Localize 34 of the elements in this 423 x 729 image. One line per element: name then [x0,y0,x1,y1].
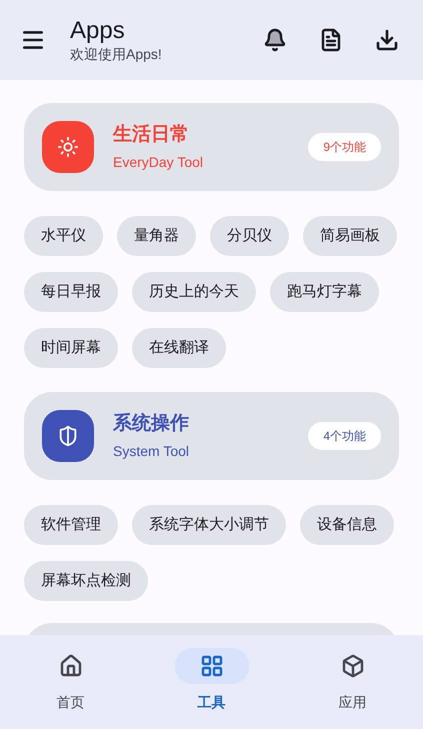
download-icon[interactable] [375,28,399,52]
nav-tab[interactable]: 工具 [141,635,282,729]
sun-icon [57,136,79,158]
tool-chip[interactable]: 在线翻译 [132,328,226,368]
document-icon[interactable] [319,28,343,52]
category-subtitle: EveryDay Tool [113,153,204,172]
tool-chip[interactable]: 设备信息 [300,505,394,545]
grid-icon [200,654,224,678]
category-subtitle: System Tool [113,442,190,461]
app-title: Apps [70,17,126,45]
feature-count: 4个功能 [308,422,381,450]
shield-icon [57,425,79,447]
category-title: 生活日常 [113,123,190,147]
nav-tab[interactable]: 首页 [0,635,141,729]
nav-tab[interactable]: 应用 [282,635,423,729]
tool-chip[interactable]: 分贝仪 [210,216,289,256]
feature-count: 9个功能 [308,133,381,161]
category-card[interactable]: 生活日常 EveryDay Tool 9个功能 [24,103,399,191]
tool-chip[interactable]: 软件管理 [24,505,118,545]
tool-chip[interactable]: 量角器 [117,216,196,256]
app-subtitle: 欢迎使用Apps! [70,45,163,63]
bell-icon[interactable] [263,28,287,52]
tool-chip[interactable]: 屏幕坏点检测 [24,561,148,601]
tool-chip[interactable]: 系统字体大小调节 [132,505,286,545]
tool-chip[interactable]: 每日早报 [24,272,118,312]
tool-chip[interactable]: 跑马灯字幕 [270,272,379,312]
tool-chip[interactable]: 水平仪 [24,216,103,256]
tool-chip[interactable]: 时间屏幕 [24,328,118,368]
category-title: 系统操作 [113,412,190,436]
tool-chip[interactable]: 简易画板 [303,216,397,256]
cube-icon [340,654,364,678]
home-icon [58,654,82,678]
category-card[interactable]: 系统操作 System Tool 4个功能 [24,392,399,480]
tool-chip[interactable]: 历史上的今天 [132,272,256,312]
